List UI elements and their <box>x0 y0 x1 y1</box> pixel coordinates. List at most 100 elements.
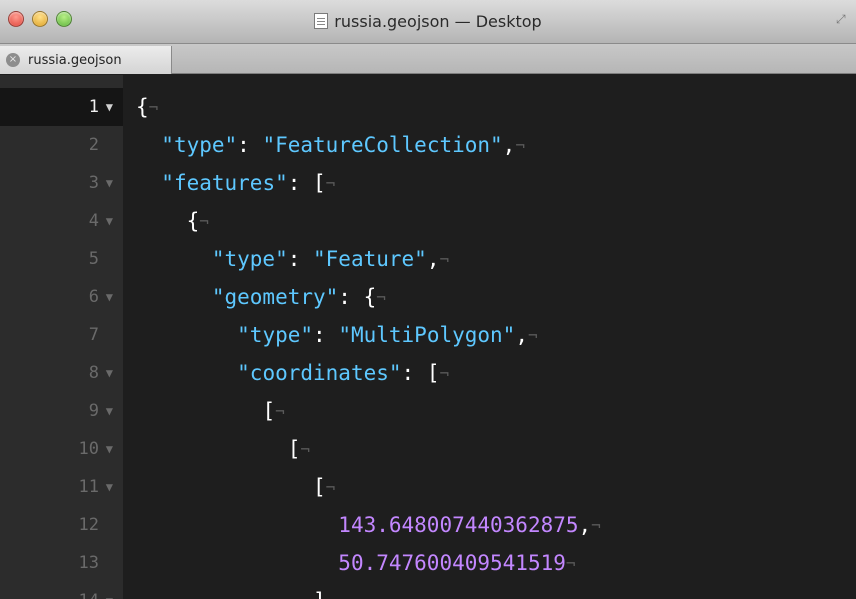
line-number: 2 <box>0 126 123 164</box>
line-number: 12 <box>0 506 123 544</box>
newline-marker-icon: ¬ <box>515 135 525 155</box>
line-number-gutter: 1▼23▼4▼56▼78▼9▼10▼11▼121314▼ <box>0 75 123 599</box>
line-number-text: 14 <box>79 591 99 599</box>
fold-triangle-icon[interactable]: ▼ <box>99 100 113 114</box>
code-line[interactable]: 143.648007440362875, ¬ <box>136 506 601 544</box>
newline-marker-icon: ¬ <box>275 401 285 421</box>
fold-triangle-icon[interactable]: ▼ <box>99 404 113 418</box>
line-number: 13 <box>0 544 123 582</box>
code-token: , <box>515 323 528 347</box>
code-token: "type" <box>211 247 288 271</box>
line-number-text: 11 <box>78 477 99 497</box>
window-titlebar[interactable]: russia.geojson — Desktop ⤢ <box>0 0 856 44</box>
line-number-text: 1 <box>88 97 99 117</box>
code-line[interactable]: "type": "MultiPolygon", ¬ <box>136 316 538 354</box>
code-token: 143.648007440362875 <box>338 513 579 537</box>
line-number: 1 ▼ <box>0 88 123 126</box>
line-number-text: 3 <box>88 173 99 193</box>
fold-triangle-icon[interactable]: ▼ <box>99 442 113 456</box>
line-number: 3 ▼ <box>0 164 123 202</box>
window-title: russia.geojson — Desktop <box>0 12 856 32</box>
fold-triangle-icon[interactable]: ▼ <box>99 366 113 380</box>
code-token: : [ <box>401 361 440 385</box>
code-token: "features" <box>161 171 288 195</box>
newline-marker-icon: ¬ <box>565 553 576 573</box>
code-token: "MultiPolygon" <box>338 323 516 347</box>
code-token: : [ <box>287 171 326 195</box>
line-number: 8 ▼ <box>0 354 123 392</box>
code-token: , <box>502 133 516 157</box>
line-number-text: 7 <box>88 325 99 345</box>
line-number: 4 ▼ <box>0 202 123 240</box>
code-token: { <box>136 95 149 119</box>
line-number: 14▼ <box>0 582 123 599</box>
line-number: 9 ▼ <box>0 392 123 430</box>
code-token: , <box>578 513 592 537</box>
line-number-text: 6 <box>88 287 99 307</box>
fold-triangle-icon[interactable]: ▼ <box>99 594 113 599</box>
code-line[interactable]: ]¬ <box>136 582 335 599</box>
code-line[interactable]: [¬ <box>136 430 310 468</box>
line-number-text: 4 <box>88 211 99 231</box>
line-number-text: 8 <box>88 363 99 383</box>
code-line[interactable]: [¬ <box>136 468 335 506</box>
fold-triangle-icon[interactable]: ▼ <box>99 214 113 228</box>
newline-marker-icon: ¬ <box>325 477 336 497</box>
code-token: ] <box>313 589 326 599</box>
code-line[interactable]: "geometry": {¬ <box>136 278 386 316</box>
code-token: "FeatureCollection" <box>262 133 503 157</box>
newline-marker-icon: ¬ <box>439 363 450 383</box>
code-line[interactable]: 50.747600409541519 ¬ <box>136 544 576 582</box>
code-line[interactable]: {¬ <box>136 202 209 240</box>
code-token: [ <box>313 475 326 499</box>
code-token: , <box>426 247 440 271</box>
fold-triangle-icon[interactable]: ▼ <box>99 176 113 190</box>
code-line[interactable]: "type": "FeatureCollection", ¬ <box>136 126 525 164</box>
line-number: 5 <box>0 240 123 278</box>
fullscreen-icon[interactable]: ⤢ <box>836 12 850 26</box>
line-number-text: 13 <box>78 553 99 573</box>
fold-triangle-icon[interactable]: ▼ <box>99 290 113 304</box>
newline-marker-icon: ¬ <box>591 515 601 535</box>
newline-marker-icon: ¬ <box>527 325 538 345</box>
newline-marker-icon: ¬ <box>300 439 311 459</box>
code-token: [ <box>262 399 276 423</box>
code-line[interactable]: "coordinates": [¬ <box>136 354 449 392</box>
tab-bar: × russia.geojson <box>0 44 856 74</box>
code-token: : <box>237 133 263 157</box>
line-number-text: 2 <box>88 135 99 155</box>
code-line[interactable]: {¬ <box>136 88 158 126</box>
newline-marker-icon: ¬ <box>439 249 450 269</box>
code-token: : <box>287 247 314 271</box>
line-number: 11 ▼ <box>0 468 123 506</box>
code-token: "Feature" <box>313 247 427 271</box>
code-line[interactable]: [¬ <box>136 392 285 430</box>
line-number-text: 9 <box>88 401 99 421</box>
code-token: 50.747600409541519 <box>338 551 566 575</box>
line-number-text: 10 <box>78 439 99 459</box>
newline-marker-icon: ¬ <box>326 592 336 599</box>
code-token: { <box>186 209 200 233</box>
line-number: 6 ▼ <box>0 278 123 316</box>
tab-close-icon[interactable]: × <box>6 53 20 67</box>
tab-russia-geojson[interactable]: × russia.geojson <box>0 46 172 74</box>
code-line[interactable]: "features": [¬ <box>136 164 335 202</box>
window-title-text: russia.geojson — Desktop <box>334 12 542 31</box>
code-editor[interactable]: 1▼23▼4▼56▼78▼9▼10▼11▼121314▼ {¬ "type": … <box>0 75 856 599</box>
newline-marker-icon: ¬ <box>199 211 209 231</box>
fold-triangle-icon[interactable]: ▼ <box>99 480 113 494</box>
code-line[interactable]: "type": "Feature", ¬ <box>136 240 449 278</box>
line-number: 10 ▼ <box>0 430 123 468</box>
code-token: : { <box>338 285 377 309</box>
